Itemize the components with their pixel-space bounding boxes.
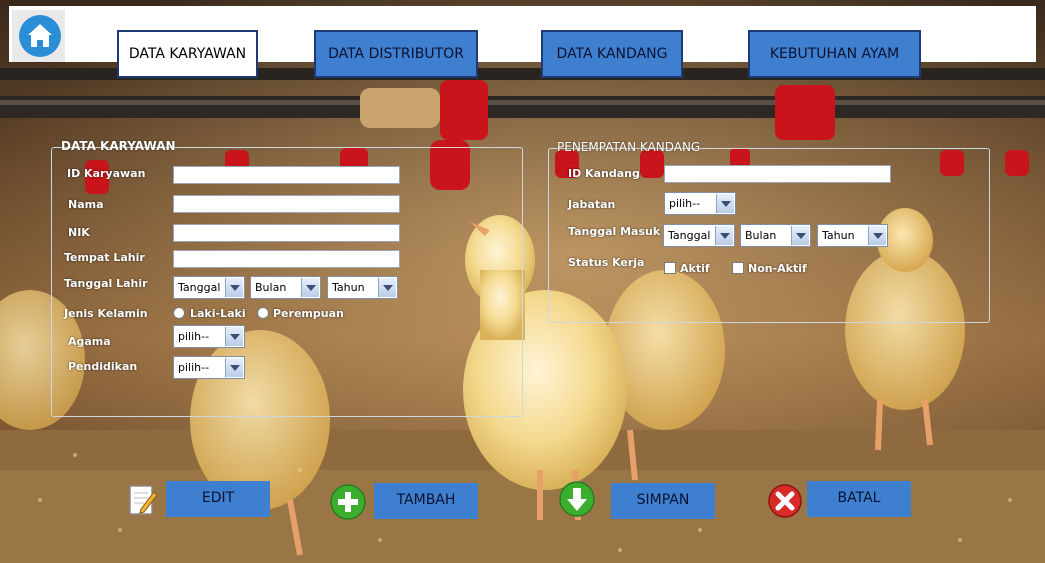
chevron-down-icon[interactable]: [225, 327, 243, 346]
edit-button[interactable]: EDIT: [166, 481, 270, 517]
add-icon[interactable]: [329, 483, 367, 521]
chevron-down-icon[interactable]: [225, 278, 243, 297]
gender-laki-label: Laki-Laki: [190, 307, 246, 320]
tempat-lahir-label: Tempat Lahir: [64, 251, 145, 264]
nik-label: NIK: [68, 226, 90, 239]
agama-select[interactable]: pilih--: [173, 325, 245, 348]
tanggal-lahir-month-select[interactable]: Bulan: [250, 276, 321, 299]
tanggal-masuk-year-value: Tahun: [822, 229, 855, 242]
jabatan-label: Jabatan: [568, 198, 616, 211]
id-karyawan-label: ID Karyawan: [67, 167, 146, 180]
nama-label: Nama: [68, 198, 104, 211]
tanggal-masuk-day-value: Tanggal: [668, 229, 711, 242]
jabatan-value: pilih--: [669, 197, 701, 210]
tab-data-distributor[interactable]: DATA DISTRIBUTOR: [314, 30, 478, 78]
tanggal-masuk-day-select[interactable]: Tanggal: [663, 224, 735, 247]
tanggal-lahir-year-value: Tahun: [332, 281, 365, 294]
status-aktif-checkbox[interactable]: [664, 262, 676, 274]
tab-kebutuhan-ayam[interactable]: KEBUTUHAN AYAM: [748, 30, 921, 78]
chevron-down-icon[interactable]: [301, 278, 319, 297]
tambah-button[interactable]: TAMBAH: [374, 483, 478, 519]
karyawan-panel-title: DATA KARYAWAN: [61, 139, 176, 153]
gender-perempuan-radio[interactable]: [257, 307, 269, 319]
jabatan-select[interactable]: pilih--: [664, 192, 736, 215]
chevron-down-icon[interactable]: [868, 226, 886, 245]
pendidikan-label: Pendidikan: [68, 360, 138, 373]
gender-laki-radio[interactable]: [173, 307, 185, 319]
pendidikan-value: pilih--: [178, 361, 210, 374]
tempat-lahir-input[interactable]: [173, 250, 400, 268]
chevron-down-icon[interactable]: [225, 358, 243, 377]
batal-button[interactable]: BATAL: [807, 481, 911, 517]
simpan-button[interactable]: SIMPAN: [611, 483, 715, 519]
chevron-down-icon[interactable]: [791, 226, 809, 245]
chevron-down-icon[interactable]: [378, 278, 396, 297]
status-nonaktif-label: Non-Aktif: [748, 262, 807, 275]
id-kandang-input[interactable]: [664, 165, 891, 183]
id-karyawan-input[interactable]: [173, 166, 400, 184]
nama-input[interactable]: [173, 195, 400, 213]
status-nonaktif-checkbox[interactable]: [732, 262, 744, 274]
penempatan-panel-title: PENEMPATAN KANDANG: [557, 140, 701, 154]
chevron-down-icon[interactable]: [715, 226, 733, 245]
cancel-icon[interactable]: [767, 483, 803, 519]
tab-data-karyawan[interactable]: DATA KARYAWAN: [117, 30, 258, 78]
tanggal-masuk-year-select[interactable]: Tahun: [817, 224, 888, 247]
tanggal-lahir-year-select[interactable]: Tahun: [327, 276, 398, 299]
tab-data-kandang[interactable]: DATA KANDANG: [541, 30, 683, 78]
id-kandang-label: ID Kandang: [568, 167, 640, 180]
status-aktif-label: Aktif: [680, 262, 710, 275]
agama-value: pilih--: [178, 330, 210, 343]
tanggal-masuk-month-value: Bulan: [745, 229, 777, 242]
edit-icon[interactable]: [128, 483, 158, 517]
chevron-down-icon[interactable]: [716, 194, 734, 213]
agama-label: Agama: [68, 335, 111, 348]
nik-input[interactable]: [173, 224, 400, 242]
tanggal-lahir-month-value: Bulan: [255, 281, 287, 294]
tanggal-lahir-label: Tanggal Lahir: [64, 277, 148, 290]
tanggal-lahir-day-value: Tanggal: [178, 281, 221, 294]
tanggal-lahir-day-select[interactable]: Tanggal: [173, 276, 245, 299]
pendidikan-select[interactable]: pilih--: [173, 356, 245, 379]
tanggal-masuk-label: Tanggal Masuk: [568, 225, 661, 238]
home-icon[interactable]: [19, 15, 61, 57]
tanggal-masuk-month-select[interactable]: Bulan: [740, 224, 811, 247]
gender-perempuan-label: Perempuan: [273, 307, 344, 320]
status-kerja-label: Status Kerja: [568, 256, 645, 269]
jenis-kelamin-label: Jenis Kelamin: [64, 307, 148, 320]
download-arrow-icon[interactable]: [558, 480, 596, 518]
